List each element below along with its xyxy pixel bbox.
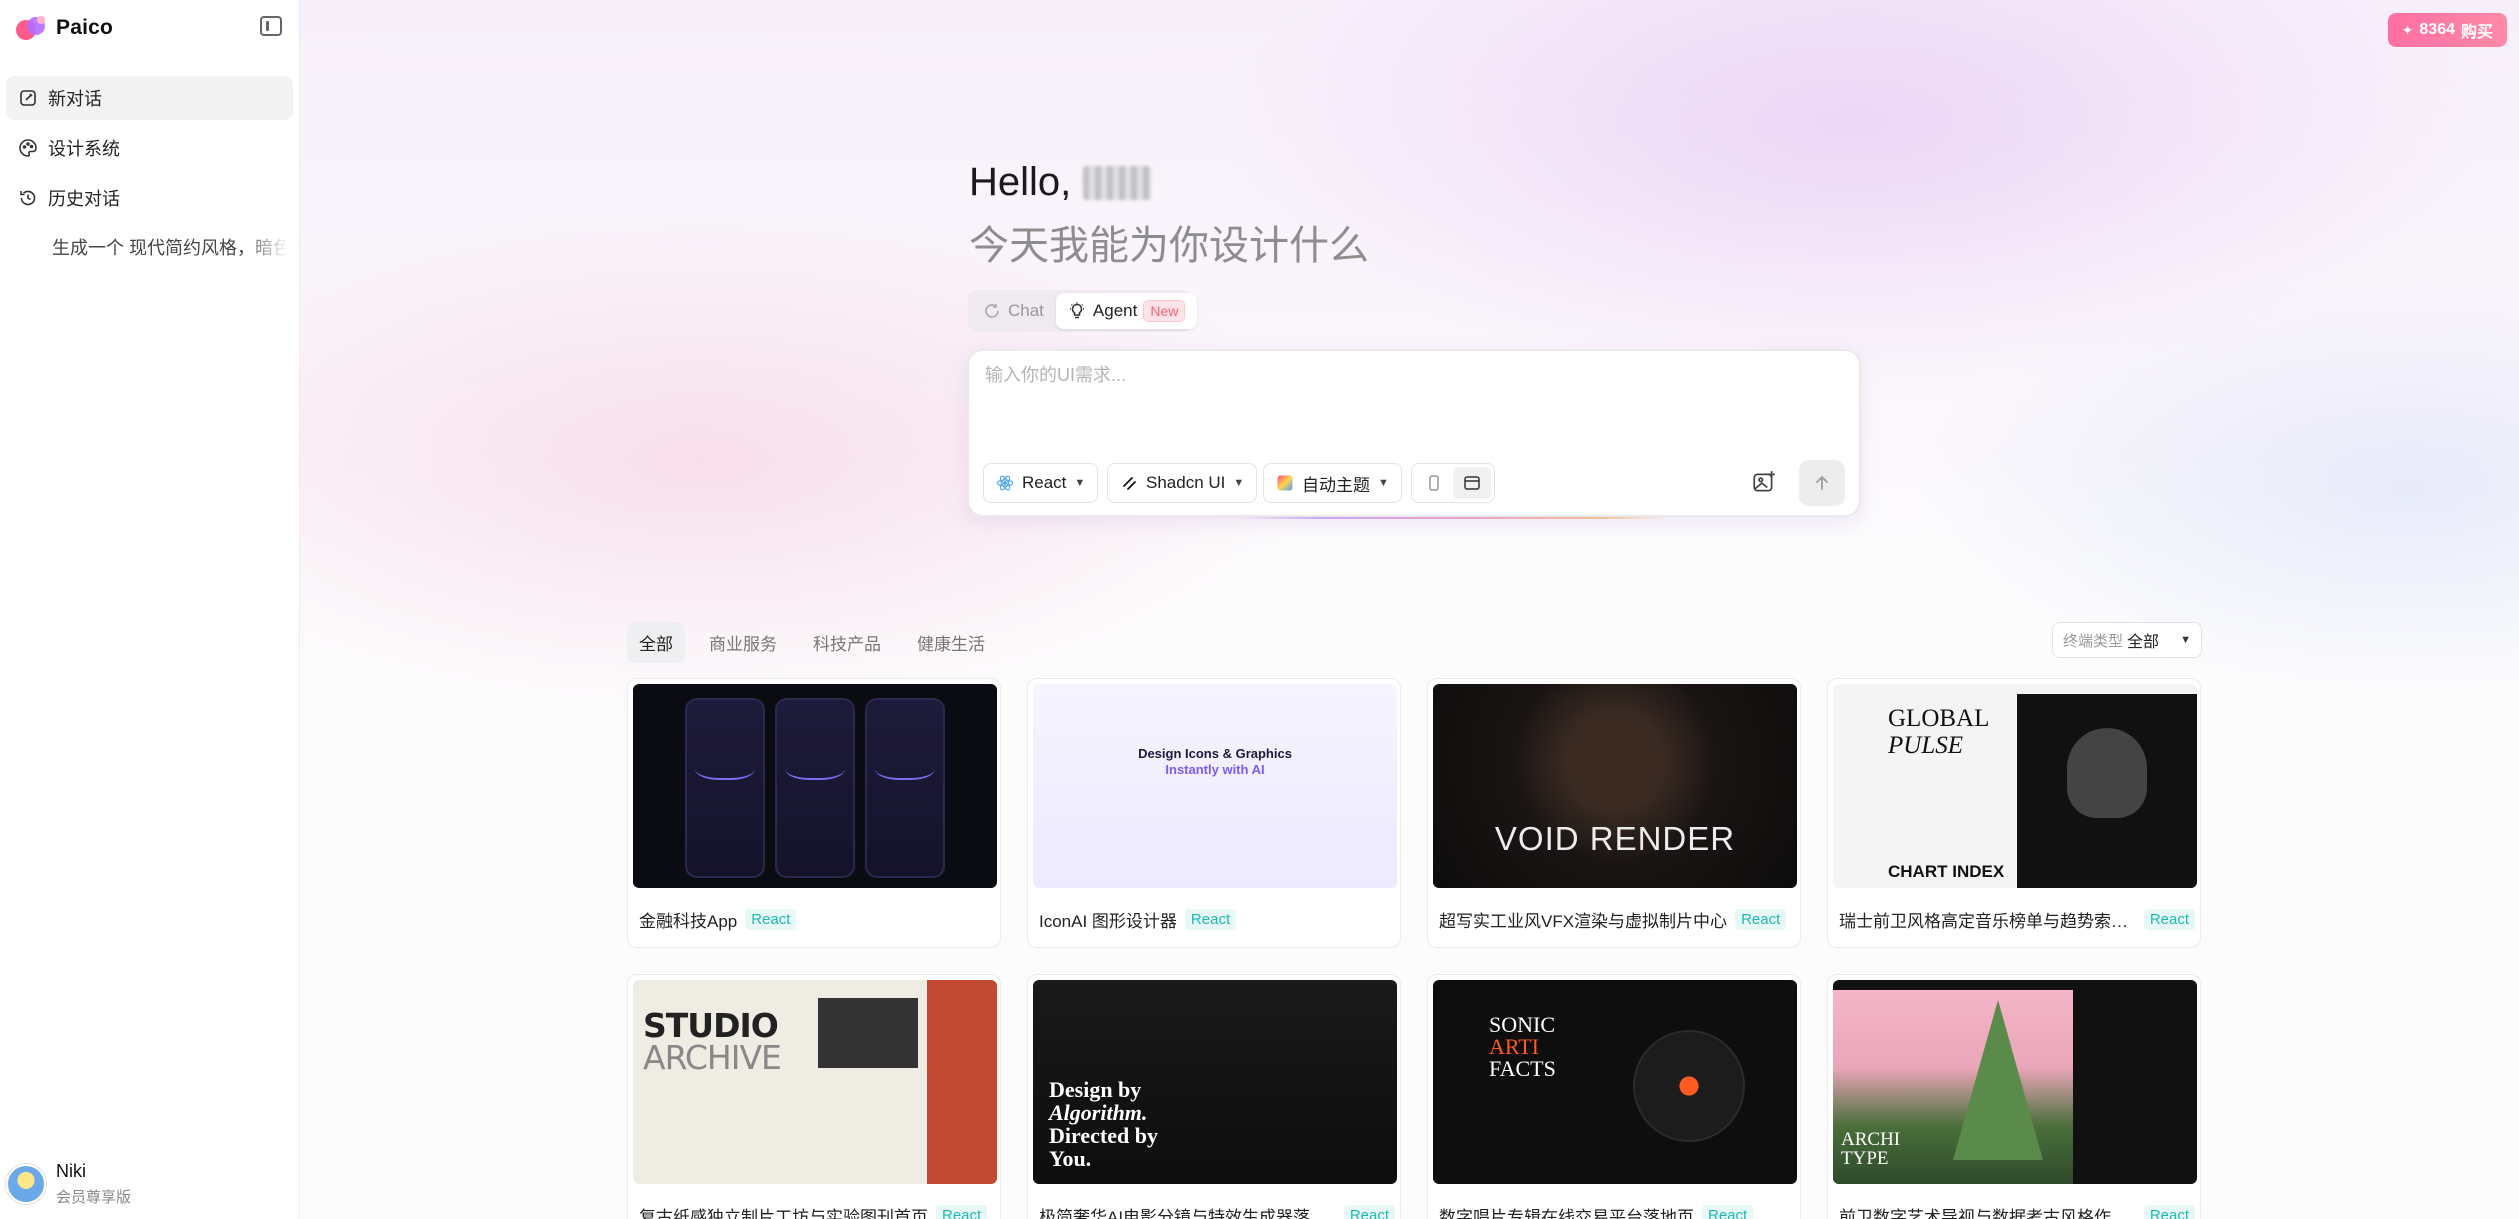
greeting: Hello, bbox=[969, 160, 1369, 205]
mode-chat[interactable]: Chat bbox=[971, 293, 1056, 329]
chevron-down-icon: ▼ bbox=[1233, 477, 1245, 489]
framework-tag: React bbox=[936, 1205, 988, 1219]
tab-tech[interactable]: 科技产品 bbox=[801, 622, 893, 663]
template-card[interactable]: VOID RENDER 超写实工业风VFX渲染与虚拟制片中心 React bbox=[1427, 678, 1801, 948]
card-title: 复古纸感独立制片工坊与实验图刊首页 bbox=[639, 1208, 928, 1219]
chat-refresh-icon bbox=[985, 304, 999, 318]
brand[interactable]: Paico bbox=[0, 0, 299, 56]
user-tier: 会员尊享版 bbox=[56, 1189, 132, 1206]
lightbulb-icon bbox=[1069, 302, 1084, 319]
sidebar-item-new-chat[interactable]: 新对话 bbox=[6, 76, 293, 120]
card-title: IconAI 图形设计器 bbox=[1039, 912, 1177, 931]
template-card[interactable]: SONIC ARTI FACTS 数字唱片专辑在线交易平台落地页 React bbox=[1427, 974, 1801, 1219]
react-icon bbox=[996, 475, 1014, 491]
device-type-select[interactable]: 终端类型 全部 ▼ bbox=[2052, 622, 2202, 658]
blurred-username bbox=[1083, 165, 1152, 200]
category-filters: 全部 商业服务 科技产品 健康生活 bbox=[627, 622, 1009, 663]
buy-credits-button[interactable]: ✦ 8364 购买 bbox=[2387, 13, 2507, 47]
composer: React ▼ Shadcn UI ▼ 自动主题 ▼ bbox=[967, 349, 1861, 517]
template-card[interactable]: Design by Algorithm. Directed by You. 极简… bbox=[1027, 974, 1401, 1219]
ui-library-select[interactable]: Shadcn UI ▼ bbox=[1107, 463, 1258, 503]
card-thumbnail: Design Icons & Graphics Instantly with A… bbox=[1033, 684, 1397, 888]
card-thumbnail: GLOBAL PULSE CHART INDEX bbox=[1833, 684, 2197, 888]
new-badge: New bbox=[1143, 300, 1186, 322]
card-thumbnail: STUDIO ARCHIVE bbox=[633, 980, 997, 1184]
sidebar-item-label: 新对话 bbox=[48, 89, 102, 109]
history-entry[interactable]: 生成一个 现代简约风格，暗色 bbox=[52, 234, 288, 260]
mode-agent[interactable]: Agent New bbox=[1055, 293, 1198, 329]
card-title: 金融科技App bbox=[639, 912, 738, 931]
sidebar-item-design-system[interactable]: 设计系统 bbox=[6, 126, 293, 170]
image-upload-icon[interactable] bbox=[1751, 469, 1777, 495]
chevron-down-icon: ▼ bbox=[1074, 477, 1086, 489]
template-card[interactable]: ARCHI TYPE 前卫数字艺术导视与数据考古风格作品... React bbox=[1827, 974, 2201, 1219]
sidebar-nav: 新对话 设计系统 历史对话 生成一个 现代简约风格，暗色 bbox=[0, 76, 299, 260]
card-thumbnail: SONIC ARTI FACTS bbox=[1433, 980, 1797, 1184]
framework-tag: React bbox=[2143, 909, 2195, 930]
hero: Hello, 今天我能为你设计什么 bbox=[969, 160, 1369, 271]
tab-all[interactable]: 全部 bbox=[627, 622, 685, 663]
sidebar-item-label: 设计系统 bbox=[48, 139, 120, 159]
sidebar-item-history[interactable]: 历史对话 bbox=[6, 176, 293, 220]
sidebar-item-label: 历史对话 bbox=[48, 189, 120, 209]
greeting-text: Hello, bbox=[969, 160, 1072, 204]
brand-name: Paico bbox=[56, 16, 114, 39]
send-button[interactable] bbox=[1799, 460, 1845, 506]
template-card[interactable]: GLOBAL PULSE CHART INDEX 瑞士前卫风格高定音乐榜单与趋势… bbox=[1827, 678, 2201, 948]
history-icon bbox=[20, 190, 36, 206]
framework-tag: React bbox=[1343, 1205, 1395, 1219]
sidebar: Paico 新对话 设计系统 历史对话 生成一个 现代简约风格，暗色 Niki … bbox=[0, 0, 300, 1219]
template-card[interactable]: 金融科技App React bbox=[627, 678, 1001, 948]
framework-tag: React bbox=[1702, 1205, 1754, 1219]
card-title: 前卫数字艺术导视与数据考古风格作品... bbox=[1839, 1208, 2136, 1219]
theme-select[interactable]: 自动主题 ▼ bbox=[1263, 463, 1402, 503]
browser-window-icon bbox=[1464, 476, 1480, 490]
sidebar-toggle-icon[interactable] bbox=[260, 16, 282, 36]
tab-health[interactable]: 健康生活 bbox=[905, 622, 997, 663]
template-card[interactable]: STUDIO ARCHIVE 复古纸感独立制片工坊与实验图刊首页 React bbox=[627, 974, 1001, 1219]
framework-tag: React bbox=[1184, 909, 1237, 930]
credits-count: 8364 bbox=[2419, 21, 2455, 38]
framework-tag: React bbox=[2143, 1205, 2195, 1219]
avatar bbox=[6, 1164, 46, 1204]
mode-switch: Chat Agent New bbox=[968, 290, 1198, 332]
mobile-icon bbox=[1429, 475, 1439, 491]
arrow-up-icon bbox=[1816, 475, 1828, 490]
user-profile[interactable]: Niki 会员尊享版 bbox=[0, 1149, 300, 1219]
card-thumbnail: Design by Algorithm. Directed by You. bbox=[1033, 980, 1397, 1184]
framework-tag: React bbox=[1735, 909, 1787, 930]
tab-business[interactable]: 商业服务 bbox=[697, 622, 789, 663]
prompt-input[interactable] bbox=[985, 365, 1845, 386]
edit-icon bbox=[20, 90, 36, 106]
card-title: 超写实工业风VFX渲染与虚拟制片中心 bbox=[1439, 912, 1728, 931]
hero-subtitle: 今天我能为你设计什么 bbox=[969, 224, 1369, 268]
chevron-down-icon: ▼ bbox=[2180, 634, 2191, 646]
template-card[interactable]: Design Icons & Graphics Instantly with A… bbox=[1027, 678, 1401, 948]
paico-logo-icon bbox=[14, 14, 50, 42]
palette-icon bbox=[19, 139, 37, 157]
device-mobile[interactable] bbox=[1415, 467, 1453, 499]
card-title: 瑞士前卫风格高定音乐榜单与趋势索引... bbox=[1839, 912, 2136, 931]
sparkle-icon: ✦ bbox=[2401, 21, 2414, 38]
main-area: ✦ 8364 购买 Hello, 今天我能为你设计什么 Chat Agent N… bbox=[300, 0, 2519, 1219]
device-toggle bbox=[1411, 463, 1495, 503]
color-theme-icon bbox=[1277, 475, 1293, 491]
card-thumbnail: ARCHI TYPE bbox=[1833, 980, 2197, 1184]
device-desktop[interactable] bbox=[1453, 467, 1491, 499]
card-title: 数字唱片专辑在线交易平台落地页 bbox=[1439, 1208, 1694, 1219]
card-thumbnail bbox=[633, 684, 997, 888]
card-title: 极简奢华AI电影分镜与特效生成器落地页 bbox=[1039, 1208, 1336, 1219]
chevron-down-icon: ▼ bbox=[1378, 477, 1389, 489]
framework-select[interactable]: React ▼ bbox=[983, 463, 1099, 503]
buy-label: 购买 bbox=[2460, 24, 2493, 41]
card-thumbnail: VOID RENDER bbox=[1433, 684, 1797, 888]
shadcn-icon bbox=[1123, 477, 1136, 490]
user-name: Niki bbox=[56, 1161, 86, 1181]
framework-tag: React bbox=[745, 909, 797, 930]
